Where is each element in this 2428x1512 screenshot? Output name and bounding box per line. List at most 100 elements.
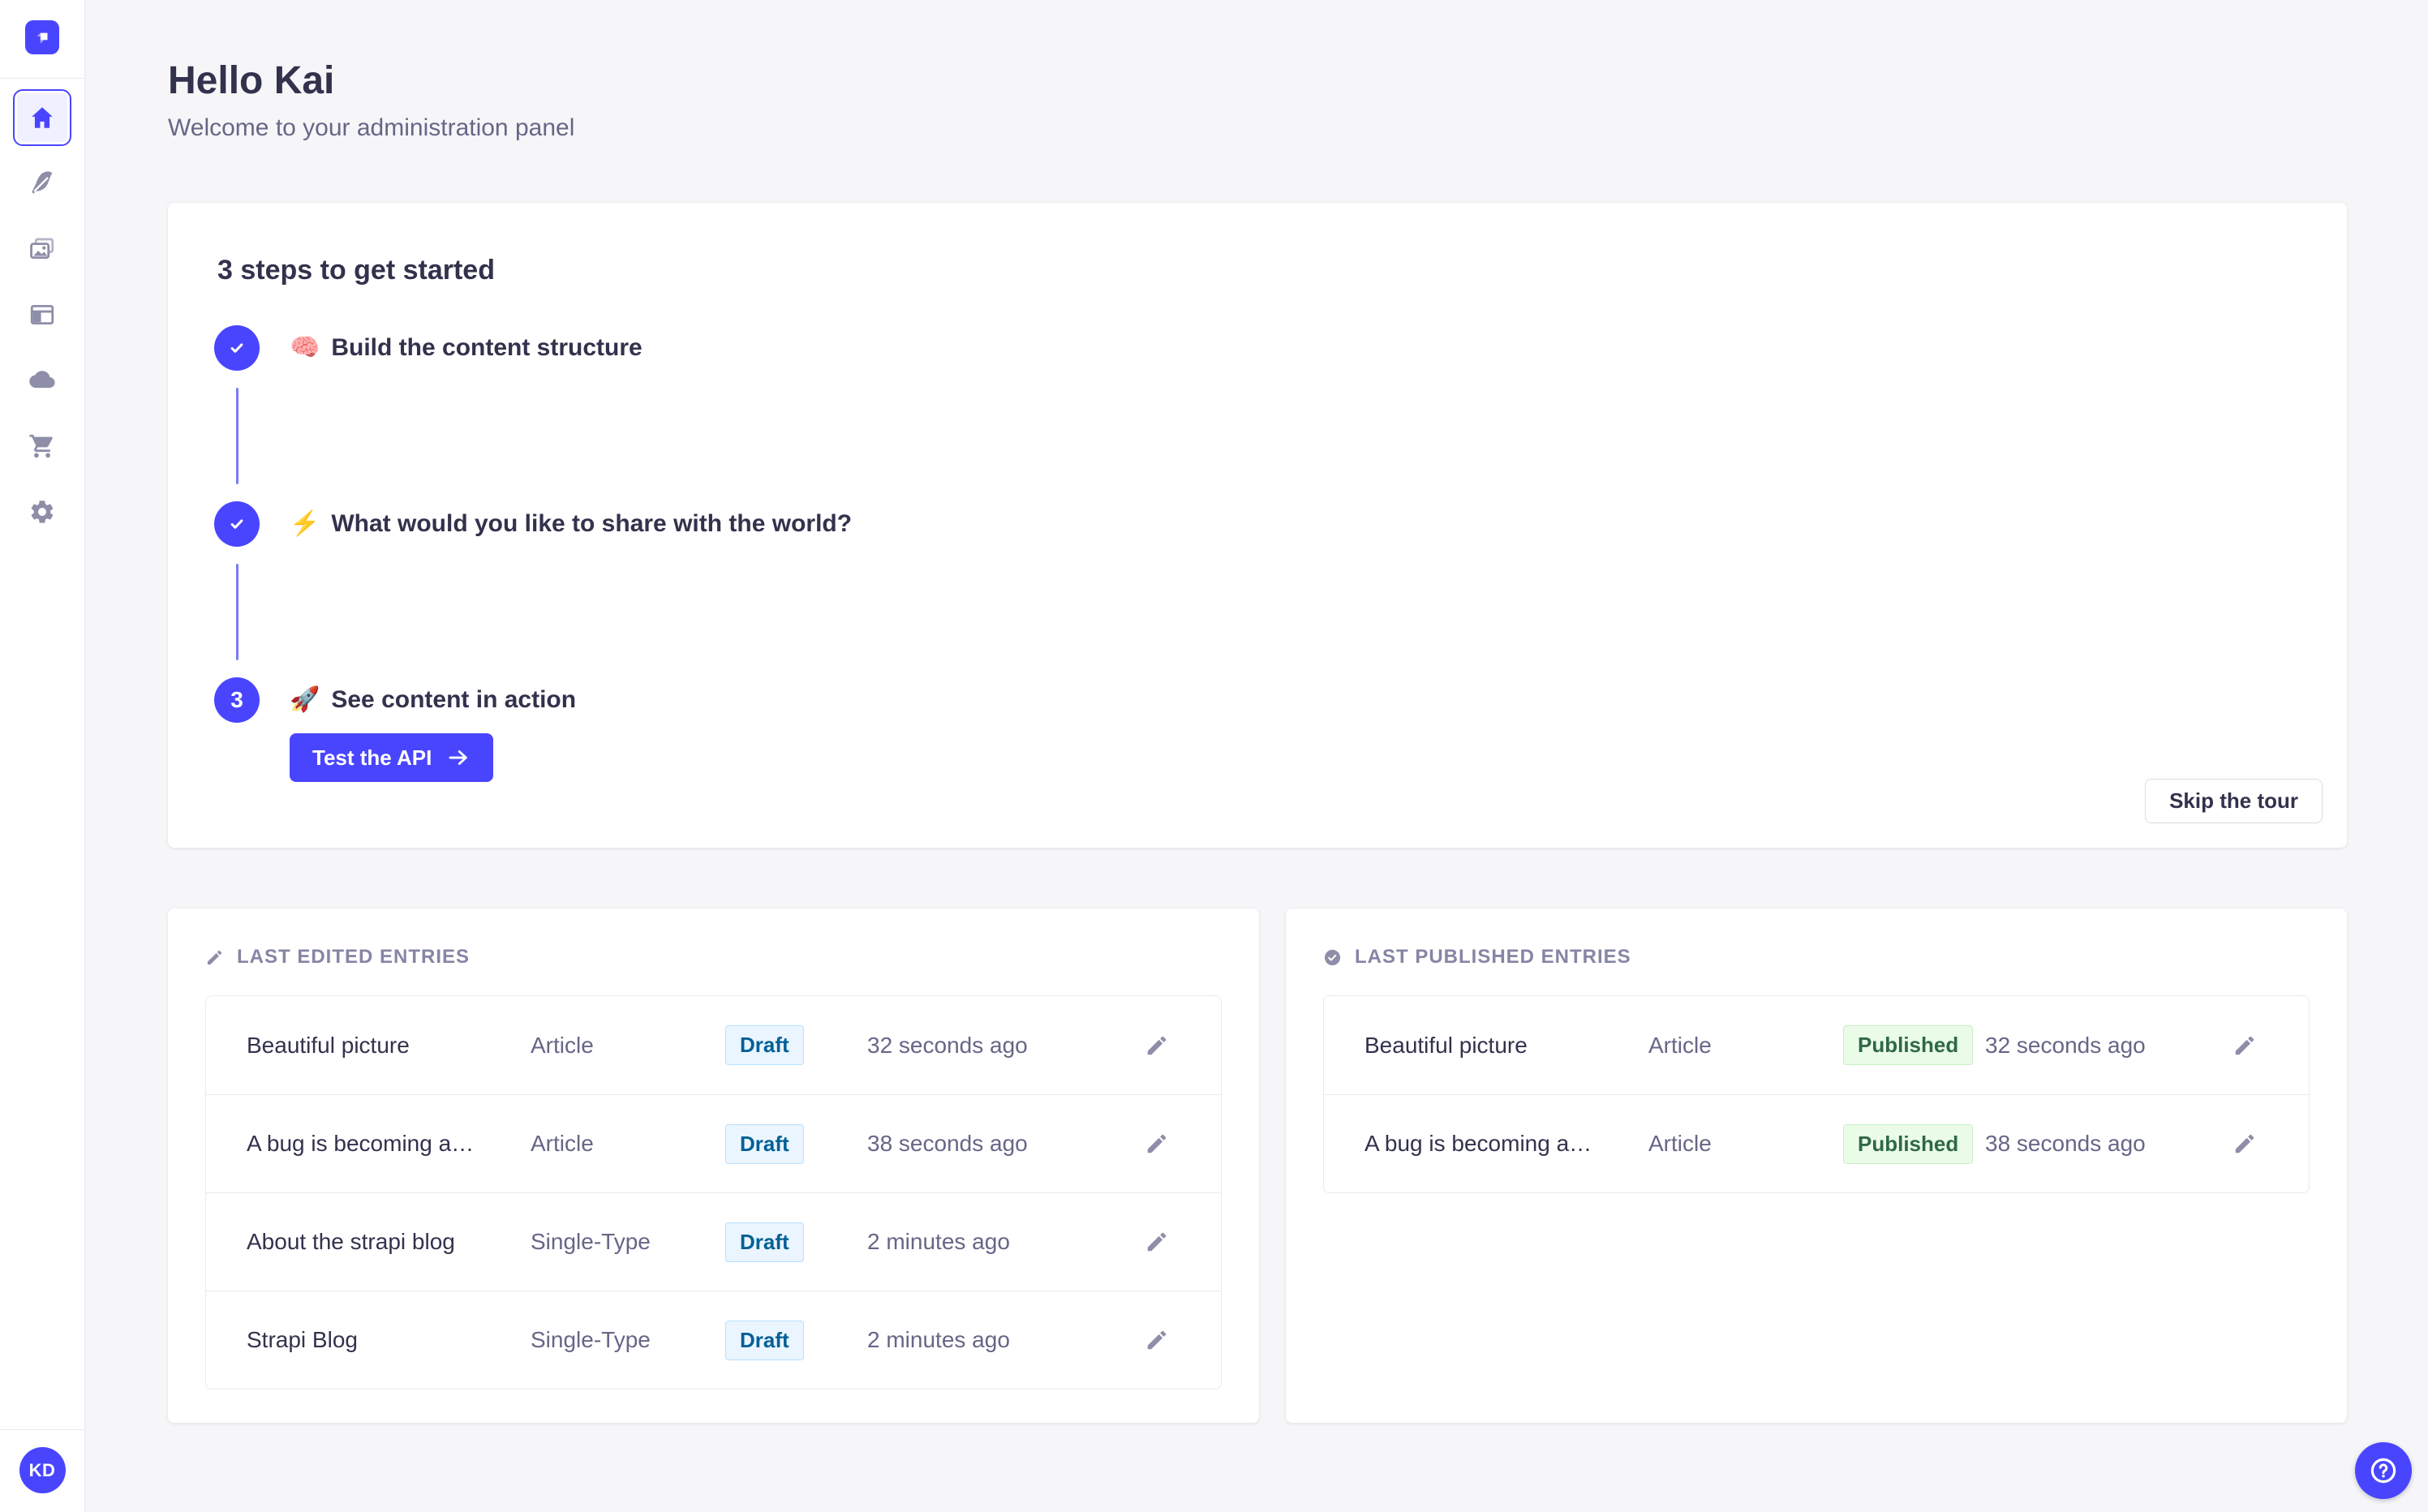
main-content: Hello Kai Welcome to your administration… (85, 0, 2428, 1423)
onboarding-title: 3 steps to get started (217, 255, 495, 286)
strapi-logo-icon (37, 32, 48, 44)
sidebar-item-marketplace[interactable] (13, 418, 71, 475)
table-row[interactable]: About the strapi blog Single-Type Draft … (206, 1192, 1221, 1291)
entry-type: Article (1648, 1131, 1712, 1156)
help-button[interactable] (2355, 1442, 2412, 1499)
entry-time: 2 minutes ago (867, 1327, 1010, 1352)
media-library-icon (30, 238, 54, 260)
strapi-logo (25, 20, 59, 54)
entry-title: Beautiful picture (1364, 1032, 1528, 1058)
sidebar-footer: KD (0, 1429, 85, 1512)
onboarding-steps: 🧠 Build the content structure ⚡ What would… (214, 325, 2298, 782)
onboarding-step-2: ⚡ What would you like to share with the w… (214, 501, 2298, 677)
entry-time: 2 minutes ago (867, 1229, 1010, 1254)
page-header: Hello Kai Welcome to your administration… (168, 58, 2347, 142)
last-edited-card: LAST EDITED ENTRIES Beautiful picture Ar… (168, 908, 1259, 1423)
edit-entry-button[interactable] (1145, 1033, 1180, 1058)
page-subtitle: Welcome to your administration panel (168, 114, 575, 141)
step-2-label: ⚡ What would you like to share with the w… (290, 510, 853, 537)
pencil-icon (1147, 1134, 1167, 1153)
entry-type: Article (1648, 1032, 1712, 1058)
onboarding-step-1: 🧠 Build the content structure (214, 325, 2298, 501)
check-icon (230, 343, 243, 353)
step-connector (235, 388, 239, 484)
entry-time: 38 seconds ago (1985, 1131, 2146, 1156)
table-row[interactable]: Strapi Blog Single-Type Draft 2 minutes … (206, 1291, 1221, 1389)
status-badge: Published (1843, 1123, 1974, 1164)
pencil-icon (1147, 1232, 1167, 1252)
sidebar-item-content-manager[interactable] (13, 155, 71, 212)
test-the-api-button[interactable]: Test the API (290, 733, 494, 782)
pencil-icon (207, 950, 222, 964)
last-published-card: LAST PUBLISHED ENTRIES Beautiful picture… (1286, 908, 2347, 1423)
sidebar-item-settings[interactable] (13, 483, 71, 540)
edit-entry-button[interactable] (1145, 1132, 1180, 1156)
pencil-icon (1147, 1330, 1167, 1350)
step-1-label: 🧠 Build the content structure (290, 334, 642, 361)
marketplace-cart-icon (29, 434, 53, 458)
step-3-label: 🚀 See content in action (290, 686, 577, 713)
entry-title: Strapi Blog (247, 1327, 358, 1352)
last-edited-table: Beautiful picture Article Draft 32 secon… (205, 995, 1222, 1390)
step-connector (235, 564, 239, 660)
status-badge: Draft (725, 1320, 804, 1360)
entry-title: About the strapi blog (247, 1229, 455, 1254)
content-type-builder-icon (30, 304, 54, 325)
step-1-check-circle (214, 325, 260, 371)
sidebar-footer-divider (0, 1429, 85, 1430)
arrow-right-icon (449, 750, 468, 765)
brain-emoji-icon: 🧠 (290, 334, 320, 361)
last-published-header: LAST PUBLISHED ENTRIES (1323, 946, 2310, 969)
onboarding-card: 3 steps to get started 🧠 Build the conten… (168, 203, 2347, 848)
skip-the-tour-button[interactable]: Skip the tour (2145, 779, 2323, 823)
home-icon (32, 107, 53, 128)
status-badge: Draft (725, 1025, 804, 1065)
question-mark-icon (2370, 1458, 2396, 1484)
status-badge: Published (1843, 1025, 1974, 1065)
pencil-icon (2235, 1036, 2254, 1055)
rocket-emoji-icon: 🚀 (290, 686, 320, 713)
table-row[interactable]: Beautiful picture Article Draft 32 secon… (206, 996, 1221, 1094)
entry-type: Article (531, 1032, 594, 1058)
entry-title: Beautiful picture (247, 1032, 410, 1058)
entry-type: Article (531, 1131, 594, 1156)
edit-entry-button[interactable] (1145, 1328, 1180, 1352)
sidebar-divider (0, 78, 85, 79)
entry-title: A bug is becoming a… (1364, 1131, 1592, 1156)
cloud-icon (29, 371, 55, 389)
check-circle-icon (1324, 949, 1341, 965)
sidebar-item-media-library[interactable] (13, 221, 71, 277)
feather-content-manager-icon (32, 171, 53, 194)
user-avatar[interactable]: KD (19, 1447, 66, 1493)
edit-entry-button[interactable] (1145, 1230, 1180, 1254)
entry-type: Single-Type (531, 1327, 651, 1352)
sidebar-nav (13, 89, 71, 549)
sidebar: KD (0, 0, 85, 1512)
edit-entry-button[interactable] (2232, 1033, 2268, 1058)
step-2-check-circle (214, 501, 260, 547)
entry-time: 32 seconds ago (1985, 1032, 2146, 1058)
sidebar-item-content-type-builder[interactable] (13, 286, 71, 343)
entry-type: Single-Type (531, 1229, 651, 1254)
table-row[interactable]: Beautiful picture Article Published 32 s… (1324, 996, 2309, 1094)
pencil-icon (1147, 1036, 1167, 1055)
edit-entry-button[interactable] (2232, 1132, 2268, 1156)
status-badge: Draft (725, 1123, 804, 1164)
page-title: Hello Kai (168, 59, 335, 102)
status-badge: Draft (725, 1222, 804, 1262)
sidebar-item-home[interactable] (13, 89, 71, 146)
last-published-title: LAST PUBLISHED ENTRIES (1355, 946, 1631, 968)
check-icon (230, 519, 243, 529)
lightning-emoji-icon: ⚡ (290, 510, 320, 537)
sidebar-item-cloud[interactable] (13, 352, 71, 409)
entries-section: LAST EDITED ENTRIES Beautiful picture Ar… (168, 908, 2347, 1423)
table-row[interactable]: A bug is becoming a… Article Published 3… (1324, 1094, 2309, 1192)
entry-time: 32 seconds ago (867, 1032, 1028, 1058)
onboarding-step-3: 3 🚀 See content in action Test the API (214, 677, 2298, 782)
table-row[interactable]: A bug is becoming a… Article Draft 38 se… (206, 1094, 1221, 1192)
entry-title: A bug is becoming a… (247, 1131, 475, 1156)
entry-time: 38 seconds ago (867, 1131, 1028, 1156)
last-edited-header: LAST EDITED ENTRIES (205, 946, 1222, 969)
pencil-icon (2235, 1134, 2254, 1153)
settings-gear-icon (31, 500, 54, 523)
